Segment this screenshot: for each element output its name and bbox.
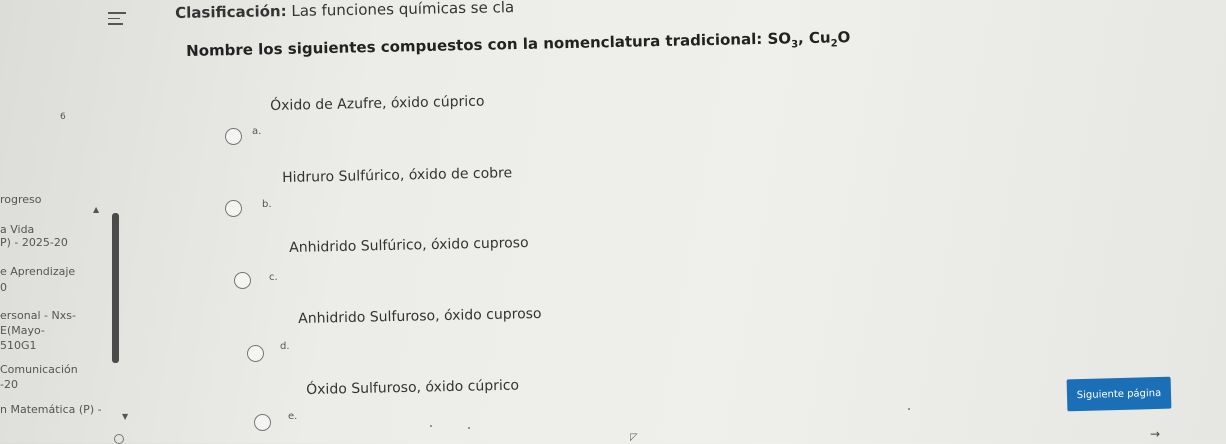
sidebar-item[interactable]: -20	[0, 378, 18, 391]
option-letter: c.	[269, 272, 278, 283]
sidebar-item[interactable]: 510G1	[0, 339, 37, 352]
option-label[interactable]: Anhidrido Sulfúrico, óxido cuproso	[289, 235, 529, 256]
decor-dot	[430, 425, 432, 427]
sidebar-item[interactable]: Comunicación	[0, 363, 78, 376]
sidebar-item[interactable]: ersonal - Nxs-	[0, 309, 76, 322]
option-label[interactable]: Anhidrido Sulfuroso, óxido cuproso	[298, 306, 542, 327]
course-sidebar: rogreso ▲ a Vida P) - 2025-20 e Aprendiz…	[0, 185, 128, 443]
caret-down-icon: ▼	[122, 412, 129, 421]
decor-dot	[468, 427, 470, 429]
sidebar-item[interactable]: e Aprendizaje	[0, 265, 75, 278]
title-rest: Las funciones químicas se cla	[286, 0, 515, 21]
sidebar-item[interactable]: 0	[0, 281, 7, 294]
radio-button[interactable]	[225, 200, 242, 217]
sidebar-scrollbar[interactable]	[112, 213, 119, 363]
question-number: 6	[60, 112, 66, 122]
radio-button[interactable]	[225, 128, 242, 145]
option-letter: e.	[288, 411, 298, 422]
title-bold: Clasificación:	[175, 2, 287, 22]
menu-icon[interactable]	[108, 12, 126, 28]
radio-button[interactable]	[247, 345, 264, 362]
sidebar-item[interactable]: E(Mayo-	[0, 324, 45, 337]
option-letter: b.	[262, 199, 272, 210]
sidebar-item[interactable]: rogreso	[0, 193, 42, 206]
option-label[interactable]: Hidruro Sulfúrico, óxido de cobre	[282, 165, 512, 186]
next-page-button[interactable]: Siguiente página	[1066, 376, 1172, 412]
option-letter: a.	[252, 126, 262, 137]
page-title: Clasificación: Las funciones químicas se…	[175, 0, 514, 22]
cursor-icon: ◸	[630, 432, 638, 443]
option-label[interactable]: Óxido de Azufre, óxido cúprico	[270, 94, 485, 114]
arrow-right-icon[interactable]: →	[1150, 427, 1160, 441]
decor-dot	[908, 408, 910, 410]
radio-button[interactable]	[234, 272, 251, 289]
question-end: O	[837, 28, 851, 47]
sidebar-item[interactable]: a Vida	[0, 223, 34, 236]
option-letter: d.	[280, 341, 290, 352]
caret-up-icon: ▲	[93, 205, 100, 214]
option-label[interactable]: Óxido Sulfuroso, óxido cúprico	[306, 378, 519, 398]
sidebar-item[interactable]: P) - 2025-20	[0, 236, 68, 249]
question-mid: , Cu	[797, 28, 831, 48]
question-main: Nombre los siguientes compuestos con la …	[186, 29, 792, 60]
sidebar-item[interactable]: n Matemática (P) -	[0, 403, 102, 416]
question-text: Nombre los siguientes compuestos con la …	[186, 28, 851, 63]
radio-button[interactable]	[254, 414, 271, 431]
